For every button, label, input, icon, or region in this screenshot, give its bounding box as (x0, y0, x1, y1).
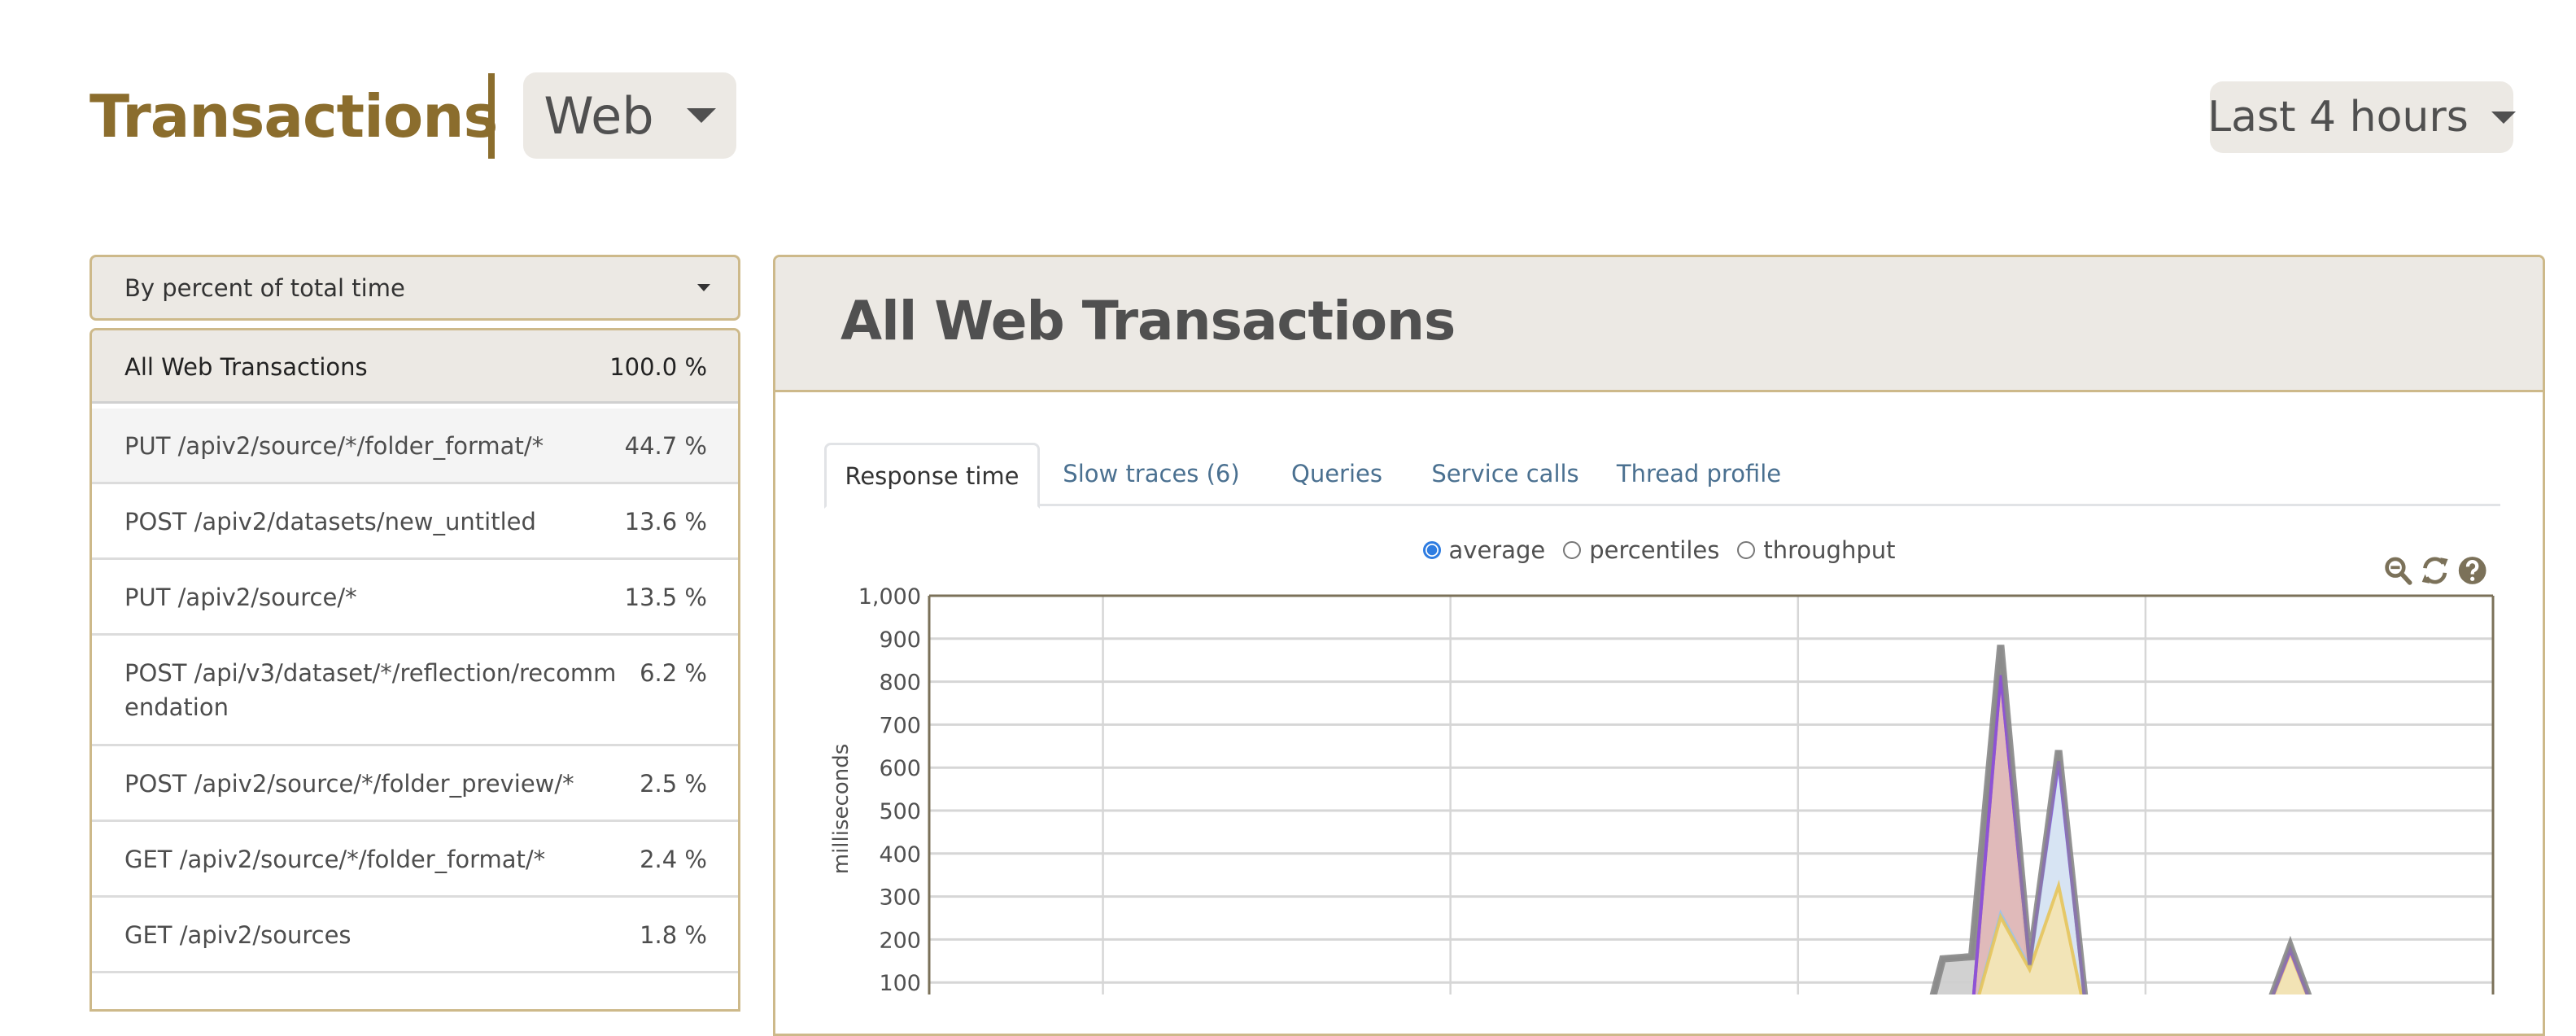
y-tick-label: 600 (879, 756, 921, 781)
y-axis-label: milliseconds (829, 744, 854, 875)
y-tick-label: 1,000 (858, 584, 921, 610)
y-tick-label: 800 (879, 671, 921, 696)
y-tick-label: 100 (879, 971, 921, 994)
y-tick-label: 300 (879, 885, 921, 911)
y-tick-label: 700 (879, 713, 921, 738)
y-tick-label: 400 (879, 842, 921, 868)
y-tick-label: 500 (879, 799, 921, 824)
chart-series (1929, 645, 2312, 994)
y-tick-label: 900 (879, 627, 921, 653)
response-time-chart: 1,000 900 800 700 600 500 400 300 200 100 millise… (829, 584, 2495, 994)
chart-grid (929, 596, 2493, 994)
y-tick-label: 200 (879, 928, 921, 953)
